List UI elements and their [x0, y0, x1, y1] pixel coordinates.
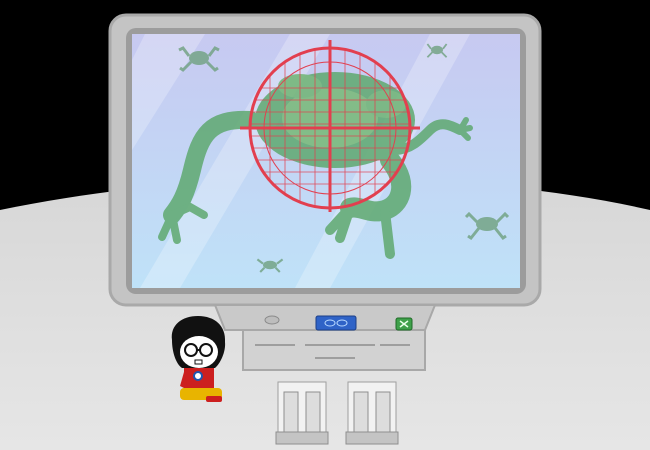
left-pedestal [275, 381, 329, 445]
knob-icon[interactable] [264, 315, 280, 325]
control-console [213, 304, 437, 371]
right-pedestal [345, 381, 399, 445]
green-x-icon[interactable] [395, 317, 413, 331]
frog-scan-icon[interactable] [315, 315, 357, 331]
scene-svg [0, 0, 650, 450]
monitor [108, 13, 542, 307]
game-scene [0, 0, 650, 450]
